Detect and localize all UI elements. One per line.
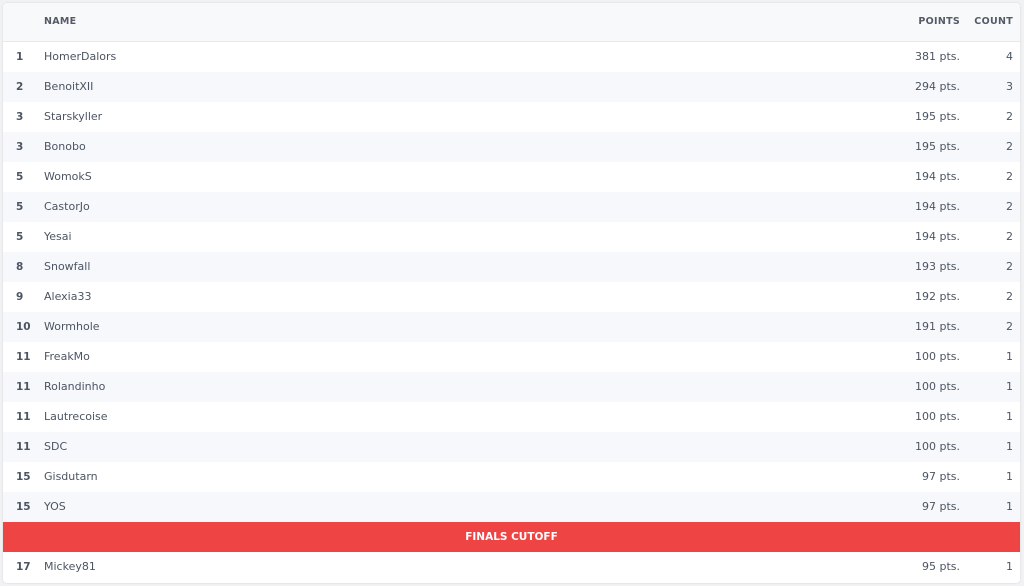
player-name: Gisdutarn — [44, 470, 98, 483]
table-row[interactable]: 9 Alexia33 192 pts. 2 — [3, 282, 1020, 312]
points-cell: 194 pts. — [914, 170, 960, 183]
count-cell: 3 — [1006, 80, 1013, 93]
player-name: SDC — [44, 440, 68, 453]
points-cell: 100 pts. — [914, 350, 960, 363]
player-name: Alexia33 — [44, 290, 92, 303]
table-header: NAME POINTS COUNT — [3, 3, 1020, 42]
table-row[interactable]: 11 FreakMo 100 pts. 1 — [3, 342, 1020, 372]
count-cell: 1 — [1006, 500, 1013, 513]
table-row[interactable]: 2 BenoitXII 294 pts. 3 — [3, 72, 1020, 102]
table-row[interactable]: 5 Yesai 194 pts. 2 — [3, 222, 1020, 252]
count-cell: 2 — [1006, 170, 1013, 183]
table-row[interactable]: 8 Snowfall 193 pts. 2 — [3, 252, 1020, 282]
count-cell: 2 — [1006, 200, 1013, 213]
rank-cell: 15 — [16, 501, 31, 513]
player-name: WomokS — [44, 170, 92, 183]
table-row[interactable]: 1 HomerDalors 381 pts. 4 — [3, 42, 1020, 72]
rank-cell: 11 — [16, 411, 31, 423]
count-cell: 1 — [1006, 440, 1013, 453]
player-name: CastorJo — [44, 200, 90, 213]
rank-cell: 17 — [16, 561, 31, 573]
rank-cell: 11 — [16, 351, 31, 363]
table-row[interactable]: 5 CastorJo 194 pts. 2 — [3, 192, 1020, 222]
table-body-after-cutoff: 17 Mickey81 95 pts. 1 — [3, 552, 1020, 582]
table-row[interactable]: 5 WomokS 194 pts. 2 — [3, 162, 1020, 192]
player-name: Bonobo — [44, 140, 86, 153]
player-name: Snowfall — [44, 260, 91, 273]
leaderboard-table: NAME POINTS COUNT 1 HomerDalors 381 pts. 4 2… — [3, 3, 1020, 583]
player-name: Wormhole — [44, 320, 100, 333]
table-row[interactable]: 11 Rolandinho 100 pts. 1 — [3, 372, 1020, 402]
table-row[interactable]: 11 Lautrecoise 100 pts. 1 — [3, 402, 1020, 432]
column-header-count[interactable]: COUNT — [974, 3, 1013, 41]
finals-cutoff-divider: FINALS CUTOFF — [3, 522, 1020, 552]
count-cell: 2 — [1006, 260, 1013, 273]
table-row[interactable]: 3 Bonobo 195 pts. 2 — [3, 132, 1020, 162]
column-header-name[interactable]: NAME — [44, 3, 76, 41]
points-cell: 195 pts. — [914, 140, 960, 153]
rank-cell: 3 — [16, 141, 24, 153]
rank-cell: 5 — [16, 171, 24, 183]
player-name: BenoitXII — [44, 80, 94, 93]
points-cell: 95 pts. — [921, 560, 960, 573]
rank-cell: 5 — [16, 231, 24, 243]
rank-cell: 2 — [16, 81, 24, 93]
column-header-points[interactable]: POINTS — [918, 3, 960, 41]
points-cell: 100 pts. — [914, 440, 960, 453]
table-row[interactable]: 17 Mickey81 95 pts. 1 — [3, 552, 1020, 582]
table-row[interactable]: 15 YOS 97 pts. 1 — [3, 492, 1020, 522]
rank-cell: 9 — [16, 291, 24, 303]
rank-cell: 3 — [16, 111, 24, 123]
player-name: FreakMo — [44, 350, 90, 363]
points-cell: 100 pts. — [914, 380, 960, 393]
count-cell: 4 — [1006, 50, 1013, 63]
points-cell: 193 pts. — [914, 260, 960, 273]
table-row[interactable]: 15 Gisdutarn 97 pts. 1 — [3, 462, 1020, 492]
points-cell: 100 pts. — [914, 410, 960, 423]
player-name: Starskyller — [44, 110, 103, 123]
points-cell: 194 pts. — [914, 230, 960, 243]
player-name: Mickey81 — [44, 560, 96, 573]
rank-cell: 11 — [16, 441, 31, 453]
rank-cell: 11 — [16, 381, 31, 393]
points-cell: 294 pts. — [914, 80, 960, 93]
count-cell: 1 — [1006, 380, 1013, 393]
player-name: Rolandinho — [44, 380, 106, 393]
player-name: Yesai — [44, 230, 72, 243]
count-cell: 2 — [1006, 140, 1013, 153]
player-name: HomerDalors — [44, 50, 117, 63]
rank-cell: 10 — [16, 321, 31, 333]
rank-cell: 15 — [16, 471, 31, 483]
count-cell: 2 — [1006, 290, 1013, 303]
rank-cell: 1 — [16, 51, 24, 63]
count-cell: 1 — [1006, 350, 1013, 363]
table-row[interactable]: 10 Wormhole 191 pts. 2 — [3, 312, 1020, 342]
table-row[interactable]: 3 Starskyller 195 pts. 2 — [3, 102, 1020, 132]
count-cell: 1 — [1006, 560, 1013, 573]
player-name: Lautrecoise — [44, 410, 108, 423]
points-cell: 97 pts. — [921, 500, 960, 513]
points-cell: 381 pts. — [914, 50, 960, 63]
count-cell: 1 — [1006, 410, 1013, 423]
table-row[interactable]: 11 SDC 100 pts. 1 — [3, 432, 1020, 462]
count-cell: 2 — [1006, 110, 1013, 123]
rank-cell: 8 — [16, 261, 24, 273]
table-body: 1 HomerDalors 381 pts. 4 2 BenoitXII 294 pts. 3… — [3, 42, 1020, 522]
points-cell: 191 pts. — [914, 320, 960, 333]
player-name: YOS — [44, 500, 66, 513]
count-cell: 1 — [1006, 470, 1013, 483]
rank-cell: 5 — [16, 201, 24, 213]
points-cell: 195 pts. — [914, 110, 960, 123]
count-cell: 2 — [1006, 230, 1013, 243]
count-cell: 2 — [1006, 320, 1013, 333]
points-cell: 194 pts. — [914, 200, 960, 213]
points-cell: 97 pts. — [921, 470, 960, 483]
points-cell: 192 pts. — [914, 290, 960, 303]
